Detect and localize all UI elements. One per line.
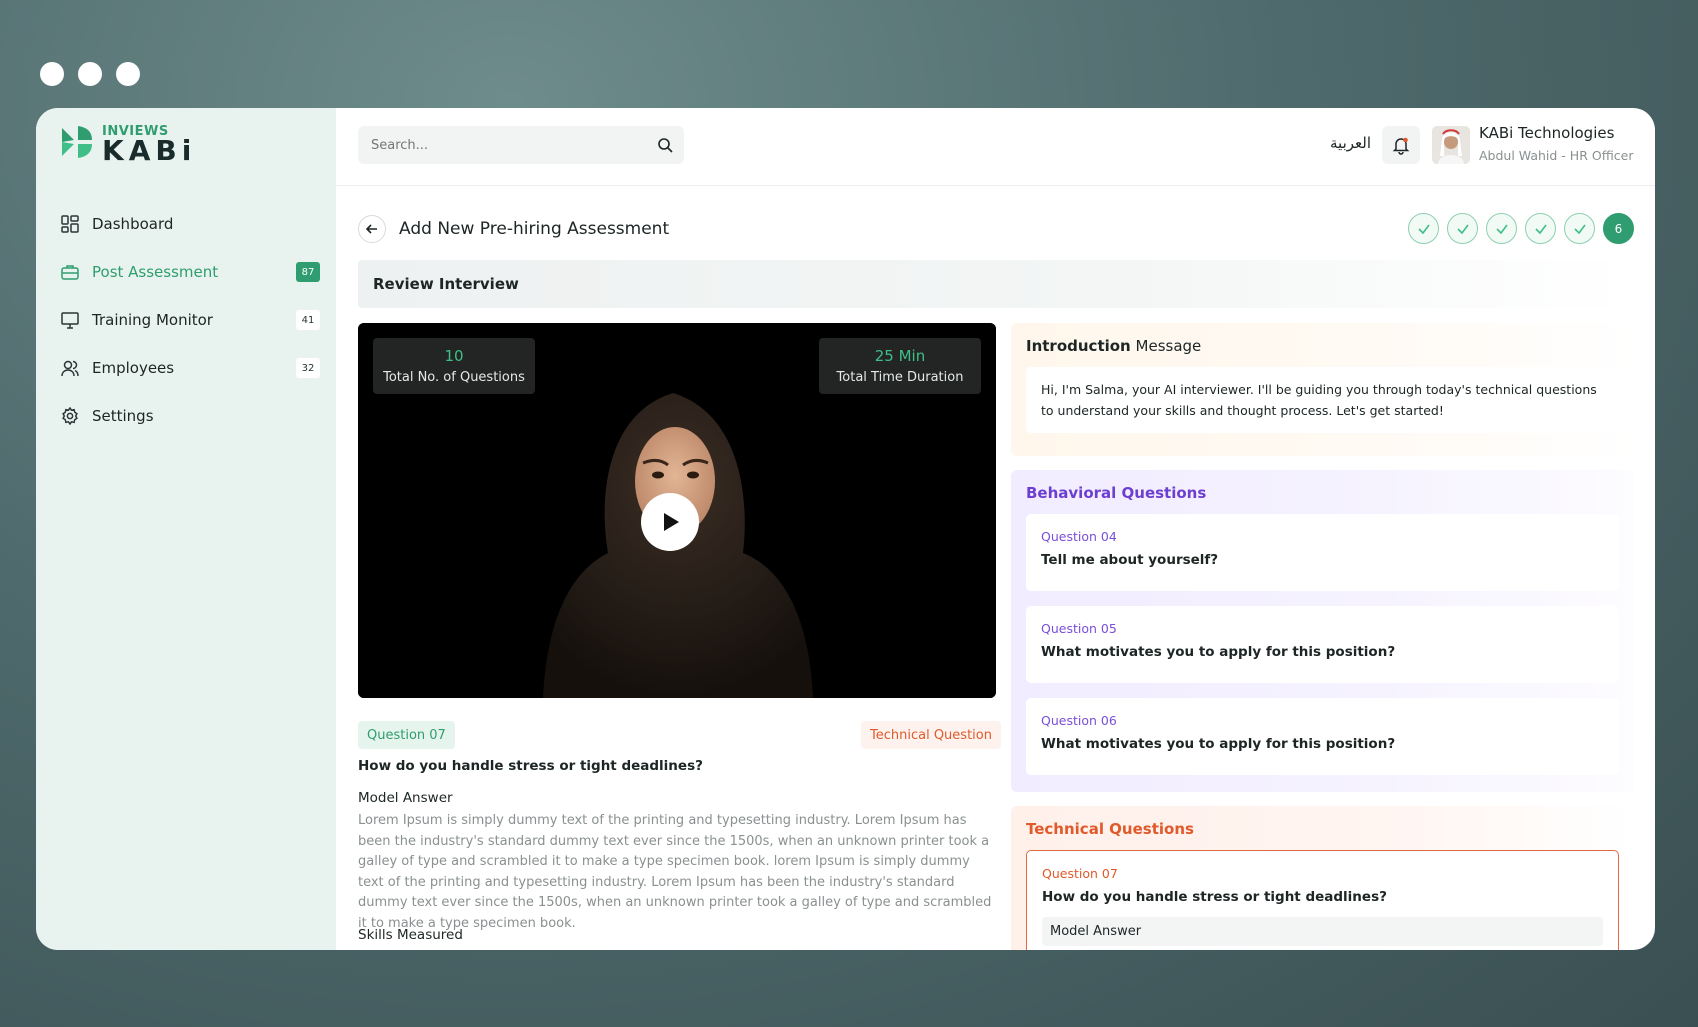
introduction-title-rest: Message xyxy=(1130,337,1202,355)
skills-measured-label: Skills Measured xyxy=(358,927,463,943)
main-content: العربية KABi Technologies Abdul Wahid - … xyxy=(336,108,1655,950)
model-answer-text: Lorem Ipsum is simply dummy text of the … xyxy=(358,813,992,931)
sidebar-item-training-monitor[interactable]: Training Monitor 41 xyxy=(60,296,320,344)
sidebar-item-settings[interactable]: Settings xyxy=(60,392,320,440)
search-input[interactable] xyxy=(358,126,684,164)
model-answer-label: Model Answer xyxy=(1042,917,1603,946)
count-badge: 32 xyxy=(296,358,320,378)
technical-title: Technical Questions xyxy=(1026,820,1194,838)
count-badge: 87 xyxy=(296,262,320,282)
company-name: KABi Technologies xyxy=(1479,124,1615,142)
sidebar-item-label: Dashboard xyxy=(92,215,174,233)
logo-big-text: KABi xyxy=(102,134,197,167)
behavioral-title: Behavioral Questions xyxy=(1026,484,1207,502)
sidebar-item-label: Post Assessment xyxy=(92,263,219,281)
sidebar-item-post-assessment[interactable]: Post Assessment 87 xyxy=(60,248,320,296)
question-card[interactable]: Question 05 What motivates you to apply … xyxy=(1026,606,1619,683)
step-1-complete[interactable] xyxy=(1408,213,1439,244)
users-icon xyxy=(60,358,80,378)
window-dot-close[interactable] xyxy=(40,62,64,86)
question-text: What motivates you to apply for this pos… xyxy=(1041,736,1396,752)
technical-questions-panel: Technical Questions Question 07 How do y… xyxy=(1011,806,1634,950)
language-toggle[interactable]: العربية xyxy=(1330,134,1371,152)
question-number-tag: Question 07 xyxy=(358,721,455,749)
arrow-left-icon xyxy=(365,224,377,234)
gear-icon xyxy=(60,406,80,426)
check-icon xyxy=(1573,224,1586,234)
sidebar: INVIEWS KABi Dashboard Post Assessment 8… xyxy=(36,108,336,950)
question-card-selected[interactable]: Question 07 How do you handle stress or … xyxy=(1026,850,1619,950)
step-3-complete[interactable] xyxy=(1486,213,1517,244)
count-badge: 41 xyxy=(296,310,320,330)
monitor-icon xyxy=(60,310,80,330)
question-type-tag: Technical Question xyxy=(861,721,1001,749)
behavioral-questions-panel: Behavioral Questions Question 04 Tell me… xyxy=(1011,470,1634,792)
page-header: Add New Pre-hiring Assessment 6 xyxy=(358,208,1634,252)
topbar: العربية KABi Technologies Abdul Wahid - … xyxy=(336,108,1655,186)
question-text: Tell me about yourself? xyxy=(1041,552,1219,568)
user-role: Abdul Wahid - HR Officer xyxy=(1479,148,1634,163)
step-2-complete[interactable] xyxy=(1447,213,1478,244)
dashboard-icon xyxy=(60,214,80,234)
sidebar-item-label: Employees xyxy=(92,359,175,377)
total-questions-label: Total No. of Questions xyxy=(383,370,525,385)
total-questions-value: 10 xyxy=(444,347,464,365)
notifications-button[interactable] xyxy=(1382,126,1420,164)
sidebar-item-label: Settings xyxy=(92,407,154,425)
question-card[interactable]: Question 04 Tell me about yourself? xyxy=(1026,514,1619,591)
sidebar-item-label: Training Monitor xyxy=(92,311,213,329)
question-text: How do you handle stress or tight deadli… xyxy=(358,758,703,774)
back-button[interactable] xyxy=(358,215,386,243)
step-4-complete[interactable] xyxy=(1525,213,1556,244)
total-duration-stat: 25 Min Total Time Duration xyxy=(819,338,981,394)
check-icon xyxy=(1417,224,1430,234)
logo-mark-icon xyxy=(62,126,92,158)
check-icon xyxy=(1456,224,1469,234)
question-list-column: Introduction Message Hi, I'm Salma, your… xyxy=(1011,323,1634,950)
step-5-complete[interactable] xyxy=(1564,213,1595,244)
sidebar-item-employees[interactable]: Employees 32 xyxy=(60,344,320,392)
page-title: Add New Pre-hiring Assessment xyxy=(399,219,670,239)
avatar[interactable] xyxy=(1432,126,1470,164)
check-icon xyxy=(1534,224,1547,234)
introduction-panel: Introduction Message Hi, I'm Salma, your… xyxy=(1011,323,1634,456)
window-controls xyxy=(40,62,140,86)
question-card[interactable]: Question 06 What motivates you to apply … xyxy=(1026,698,1619,775)
introduction-message: Hi, I'm Salma, your AI interviewer. I'll… xyxy=(1026,367,1619,433)
total-questions-stat: 10 Total No. of Questions xyxy=(373,338,535,394)
window-dot-minimize[interactable] xyxy=(78,62,102,86)
search-icon[interactable] xyxy=(656,136,674,154)
sidebar-item-dashboard[interactable]: Dashboard xyxy=(60,200,320,248)
question-number: Question 05 xyxy=(1041,621,1117,636)
question-number: Question 06 xyxy=(1041,713,1117,728)
interview-video-player[interactable]: 10 Total No. of Questions 25 Min Total T… xyxy=(358,323,996,698)
question-text: What motivates you to apply for this pos… xyxy=(1041,644,1396,660)
section-header: Review Interview xyxy=(358,260,1634,308)
total-duration-value: 25 Min xyxy=(874,347,926,365)
question-number: Question 04 xyxy=(1041,529,1117,544)
play-button[interactable] xyxy=(641,493,699,551)
app-window: INVIEWS KABi Dashboard Post Assessment 8… xyxy=(36,108,1655,950)
model-answer-label: Model Answer xyxy=(358,790,453,806)
total-duration-label: Total Time Duration xyxy=(836,370,964,385)
introduction-title: Introduction Message xyxy=(1026,337,1619,355)
briefcase-icon xyxy=(60,262,80,282)
check-icon xyxy=(1495,224,1508,234)
introduction-title-bold: Introduction xyxy=(1026,337,1131,355)
step-current[interactable]: 6 xyxy=(1603,213,1634,244)
question-text: How do you handle stress or tight deadli… xyxy=(1042,889,1387,905)
window-dot-maximize[interactable] xyxy=(116,62,140,86)
section-title: Review Interview xyxy=(373,275,519,293)
question-number: Question 07 xyxy=(1042,866,1118,881)
sidebar-nav: Dashboard Post Assessment 87 Training Mo… xyxy=(60,200,320,440)
kabi-logo[interactable]: INVIEWS KABi xyxy=(58,122,218,167)
bell-icon xyxy=(1392,137,1410,155)
play-icon xyxy=(664,513,679,531)
stepper: 6 xyxy=(1408,213,1634,244)
